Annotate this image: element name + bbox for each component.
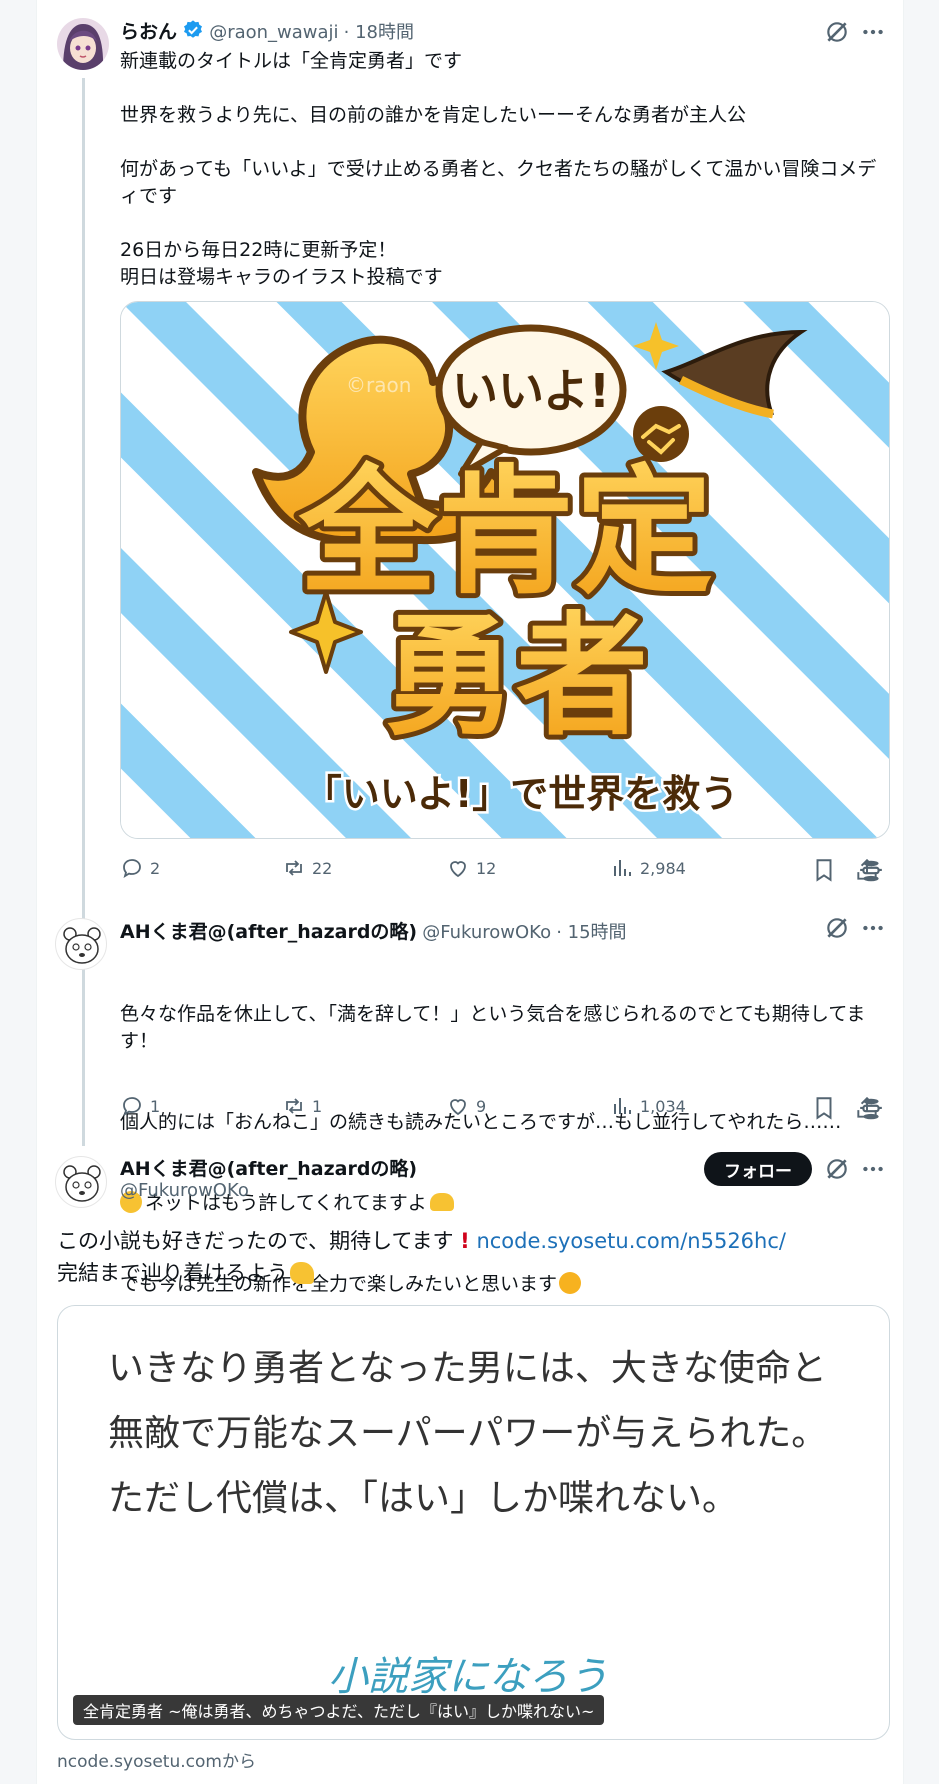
post-header: らおん @raon_wawaji · 18時間 — [120, 17, 820, 47]
title-art-image: いいよ! 全肯定 勇者 ©raon ©raon 「いいよ!」で世界を救う — [121, 302, 889, 838]
display-name[interactable]: らおん — [120, 21, 177, 43]
title-line2: 勇者 — [384, 600, 648, 754]
grok-icon[interactable] — [823, 1155, 851, 1183]
exclamation-emoji-icon: ! — [460, 1229, 470, 1253]
watermark-text: ©raon — [686, 620, 732, 636]
post-header: AHくま君@(after_hazardの略) @FukurowOKo · 15時… — [120, 917, 820, 947]
card-title: 全肯定勇者 ~俺は勇者、めちゃつよだ、ただし『はい』しか喋れない~ — [73, 1695, 605, 1725]
reply-icon — [123, 1097, 141, 1116]
repost-button[interactable]: 1 — [282, 1094, 322, 1118]
display-name[interactable]: AHくま君@(after_hazardの略) — [120, 921, 417, 943]
post-text: 新連載のタイトルは「全肯定勇者」です 世界を救うより先に、目の前の誰かを肯定した… — [120, 50, 877, 288]
post-text-line: 完結まで辿り着けるよう — [57, 1257, 887, 1289]
post-link[interactable]: ncode.syosetu.com/n5526hc/ — [476, 1229, 786, 1253]
post-text-line: 色々な作品を休止して、「満を辞して！」という気合を感じられるのでとても期待してま… — [120, 1003, 866, 1052]
post-time[interactable]: · 15時間 — [556, 922, 626, 943]
title-line1: 全肯定 — [298, 452, 713, 613]
card-body-text: いきなり勇者となった男には、大きな使命と無敵で万能なスーパーパワーが与えられた。… — [108, 1348, 846, 1519]
handle[interactable]: @FukurowOKo — [120, 1180, 249, 1201]
avatar[interactable] — [55, 1156, 107, 1208]
link-preview-card[interactable]: いきなり勇者となった男には、大きな使命と無敵で万能なスーパーパワーが与えられた。… — [57, 1305, 890, 1740]
views-icon — [614, 860, 631, 876]
art-subtitle: 「いいよ!」で世界を救う — [304, 772, 739, 816]
site-logo: 小説家になろう — [328, 1644, 608, 1702]
post-text: この小説も好きだったので、期待してます ! ncode.syosetu.com/… — [57, 1225, 887, 1289]
site-logo-text: 小説家になろう — [328, 1654, 608, 1700]
reply-icon — [123, 859, 141, 878]
bookmark-icon[interactable] — [810, 856, 838, 884]
repost-count: 1 — [312, 1096, 323, 1116]
views-button[interactable]: 2,984 — [610, 856, 686, 880]
like-button[interactable]: 9 — [446, 1094, 486, 1118]
like-count: 9 — [476, 1096, 487, 1116]
post-time[interactable]: · 18時間 — [344, 22, 414, 43]
display-name[interactable]: AHくま君@(after_hazardの略) — [120, 1154, 417, 1181]
timeline-column: らおん @raon_wawaji · 18時間 新連載のタイトルは「全肯定勇者」… — [36, 0, 904, 1784]
speech-text: いいよ! — [452, 364, 610, 418]
view-count: 2,984 — [640, 858, 686, 878]
avatar[interactable] — [55, 918, 107, 970]
thread-line — [82, 78, 85, 1146]
reply-count: 1 — [150, 1096, 161, 1116]
reply-button[interactable]: 1 — [120, 1094, 160, 1118]
more-icon[interactable] — [859, 1155, 887, 1183]
heart-icon — [450, 861, 466, 878]
flexed-biceps-emoji-icon — [290, 1262, 314, 1284]
heart-icon — [450, 1099, 466, 1116]
grok-analyze-icon[interactable] — [855, 855, 887, 887]
post-actions: 2 22 12 2,984 — [120, 856, 900, 886]
views-icon — [614, 1098, 631, 1114]
post-text-span: この小説も好きだったので、期待してます — [57, 1229, 454, 1253]
watermark-text: ©raon — [346, 373, 411, 397]
heart-hands-emoji-icon — [429, 1193, 454, 1211]
post-actions: 1 1 9 1,034 — [120, 1094, 900, 1124]
repost-button[interactable]: 22 — [282, 856, 332, 880]
post-text-line: この小説も好きだったので、期待してます ! ncode.syosetu.com/… — [57, 1225, 887, 1257]
reply-button[interactable]: 2 — [120, 856, 160, 880]
repost-count: 22 — [312, 858, 333, 878]
post-text-span: 完結まで辿り着けるよう — [57, 1261, 288, 1285]
view-count: 1,034 — [640, 1096, 686, 1116]
handle[interactable]: @raon_wawaji — [209, 22, 338, 43]
verified-badge-icon — [182, 19, 204, 45]
repost-icon — [286, 1098, 302, 1114]
views-button[interactable]: 1,034 — [610, 1094, 686, 1118]
avatar[interactable] — [57, 18, 109, 70]
more-icon[interactable] — [859, 18, 887, 46]
grok-icon[interactable] — [823, 914, 851, 942]
bookmark-icon[interactable] — [810, 1094, 838, 1122]
more-icon[interactable] — [859, 914, 887, 942]
like-button[interactable]: 12 — [446, 856, 496, 880]
follow-button[interactable]: フォロー — [704, 1152, 812, 1186]
handle[interactable]: @FukurowOKo — [422, 922, 551, 943]
like-count: 12 — [476, 858, 497, 878]
post-text: 色々な作品を休止して、「満を辞して！」という気合を感じられるのでとても期待してま… — [120, 947, 880, 1352]
post-image[interactable]: いいよ! 全肯定 勇者 ©raon ©raon 「いいよ!」で世界を救う — [120, 301, 890, 839]
grok-analyze-icon[interactable] — [855, 1093, 887, 1125]
repost-icon — [286, 860, 302, 876]
card-source[interactable]: ncode.syosetu.comから — [57, 1747, 256, 1772]
grok-icon[interactable] — [823, 18, 851, 46]
reply-count: 2 — [150, 858, 161, 878]
